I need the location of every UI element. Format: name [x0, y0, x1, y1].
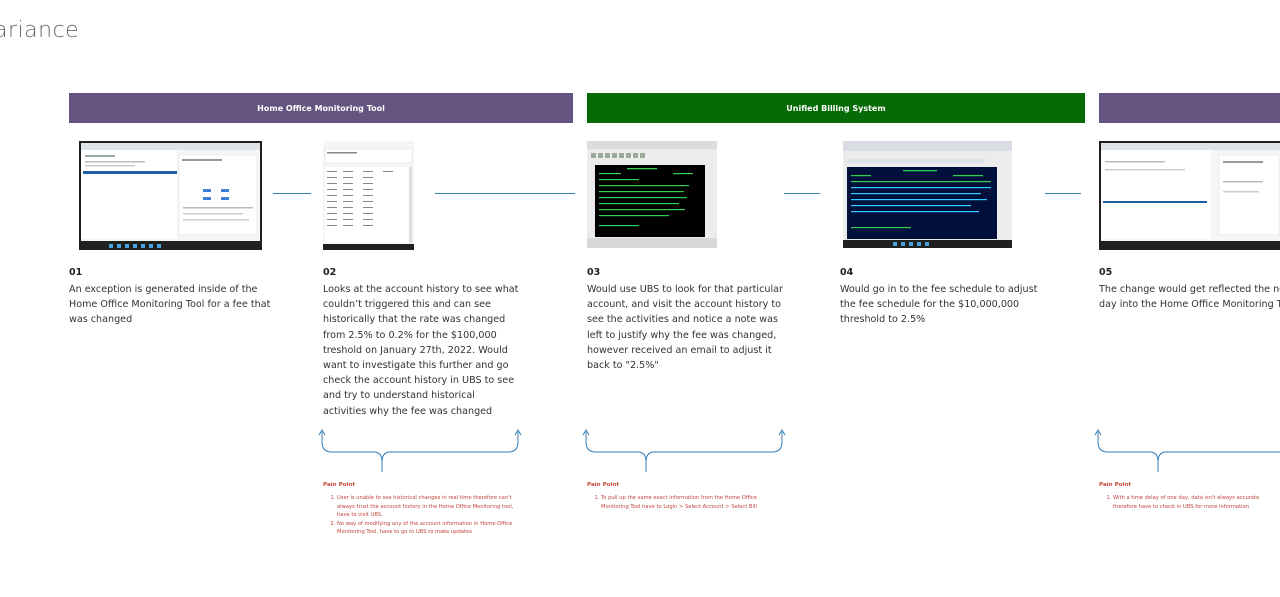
band-unified-billing-system: Unified Billing System [587, 93, 1085, 123]
pain-point-item: To pull up the same exact information fr… [601, 494, 781, 511]
connector-01-02 [273, 193, 311, 194]
screenshot-step-03 [587, 141, 717, 248]
step-description-02: Looks at the account history to see what… [323, 284, 519, 417]
screenshot-01-graphic [79, 141, 262, 250]
screenshot-step-01 [79, 141, 262, 250]
brace-step-03 [582, 429, 786, 472]
connector-02-03 [435, 193, 575, 194]
step-description-03: Would use UBS to look for that particula… [587, 284, 783, 372]
band-partial [1099, 93, 1280, 123]
pain-point-list-02: User is unable to see historical changes… [323, 494, 517, 537]
screenshot-02-graphic [323, 141, 414, 250]
pain-point-list-03: To pull up the same exact information fr… [587, 494, 781, 511]
brace-step-05 [1094, 429, 1280, 472]
step-description-04: Would go in to the fee schedule to adjus… [840, 284, 1038, 326]
step-number-03: 03 [587, 267, 601, 278]
screenshot-step-02 [323, 141, 414, 250]
page-title: ariance [0, 18, 80, 43]
step-description-05-text: The change would get reflected the next … [1099, 284, 1280, 311]
pain-point-list-05: With a time delay of one day, data isn't… [1099, 494, 1278, 511]
step-description-05: The change would get reflected the next … [1099, 282, 1280, 312]
screenshot-step-05 [1099, 141, 1280, 250]
step-number-02: 02 [323, 267, 337, 278]
step-number-01: 01 [69, 267, 83, 278]
brace-step-02 [318, 429, 522, 472]
step-number-05: 05 [1099, 267, 1113, 278]
screenshot-05-graphic [1099, 141, 1280, 250]
connector-03-04 [784, 193, 820, 194]
screenshot-03-graphic [587, 141, 717, 248]
pain-point-item: No way of modifying any of the account i… [337, 520, 517, 537]
screenshot-step-04 [843, 141, 1012, 248]
band-home-office-monitoring-tool: Home Office Monitoring Tool [69, 93, 573, 123]
pain-point-item: With a time delay of one day, data isn't… [1113, 494, 1278, 511]
step-number-04: 04 [840, 267, 854, 278]
screenshot-04-graphic [843, 141, 1012, 248]
pain-point-title-02: Pain Point [323, 482, 356, 488]
pain-point-item: User is unable to see historical changes… [337, 494, 517, 520]
step-description-01: An exception is generated inside of the … [69, 284, 271, 326]
connector-04-05 [1045, 193, 1081, 194]
pain-point-title-03: Pain Point [587, 482, 620, 488]
pain-point-title-05: Pain Point [1099, 482, 1132, 488]
